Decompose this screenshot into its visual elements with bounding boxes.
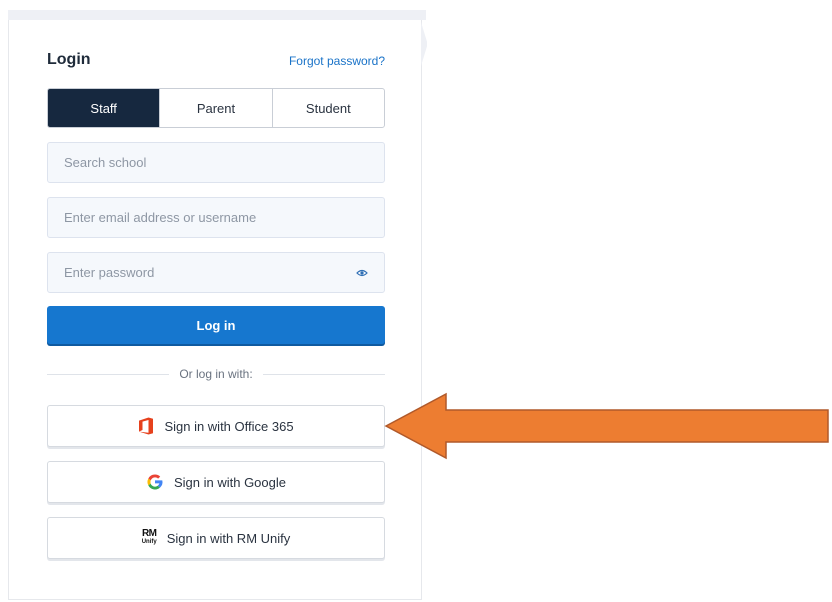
office365-signin-label: Sign in with Office 365 — [164, 418, 294, 434]
rm-unify-logo: RM Unify — [141, 528, 157, 546]
password-input[interactable] — [62, 264, 355, 281]
divider: Or log in with: — [47, 366, 386, 382]
school-field — [47, 142, 385, 183]
rm-logo-top: RM — [141, 528, 157, 539]
header-strip — [8, 10, 426, 20]
email-input[interactable] — [62, 209, 370, 226]
forgot-password-link[interactable]: Forgot password? — [289, 54, 385, 68]
rm-unify-signin-label: Sign in with RM Unify — [166, 530, 291, 546]
google-icon — [146, 473, 164, 491]
login-button[interactable]: Log in — [47, 306, 385, 344]
page-title: Login — [47, 51, 91, 68]
tab-staff[interactable]: Staff — [48, 89, 160, 127]
password-field — [47, 252, 385, 293]
rm-unify-signin-button[interactable]: RM Unify Sign in with RM Unify — [47, 517, 385, 559]
tab-parent[interactable]: Parent — [159, 89, 271, 127]
divider-line-right — [262, 373, 386, 375]
email-field — [47, 197, 385, 238]
left-arrow-icon — [384, 392, 829, 460]
school-search-input[interactable] — [62, 154, 370, 171]
tab-student[interactable]: Student — [271, 89, 384, 127]
google-signin-label: Sign in with Google — [173, 474, 286, 490]
divider-line-left — [47, 373, 170, 375]
role-tabs: Staff Parent Student — [47, 88, 385, 128]
card-notch — [421, 22, 427, 66]
google-signin-button[interactable]: Sign in with Google — [47, 461, 385, 503]
divider-text: Or log in with: — [179, 367, 253, 381]
office365-icon — [138, 417, 154, 435]
eye-icon[interactable] — [355, 267, 370, 279]
rm-logo-bottom: Unify — [141, 539, 157, 545]
office365-signin-button[interactable]: Sign in with Office 365 — [47, 405, 385, 447]
